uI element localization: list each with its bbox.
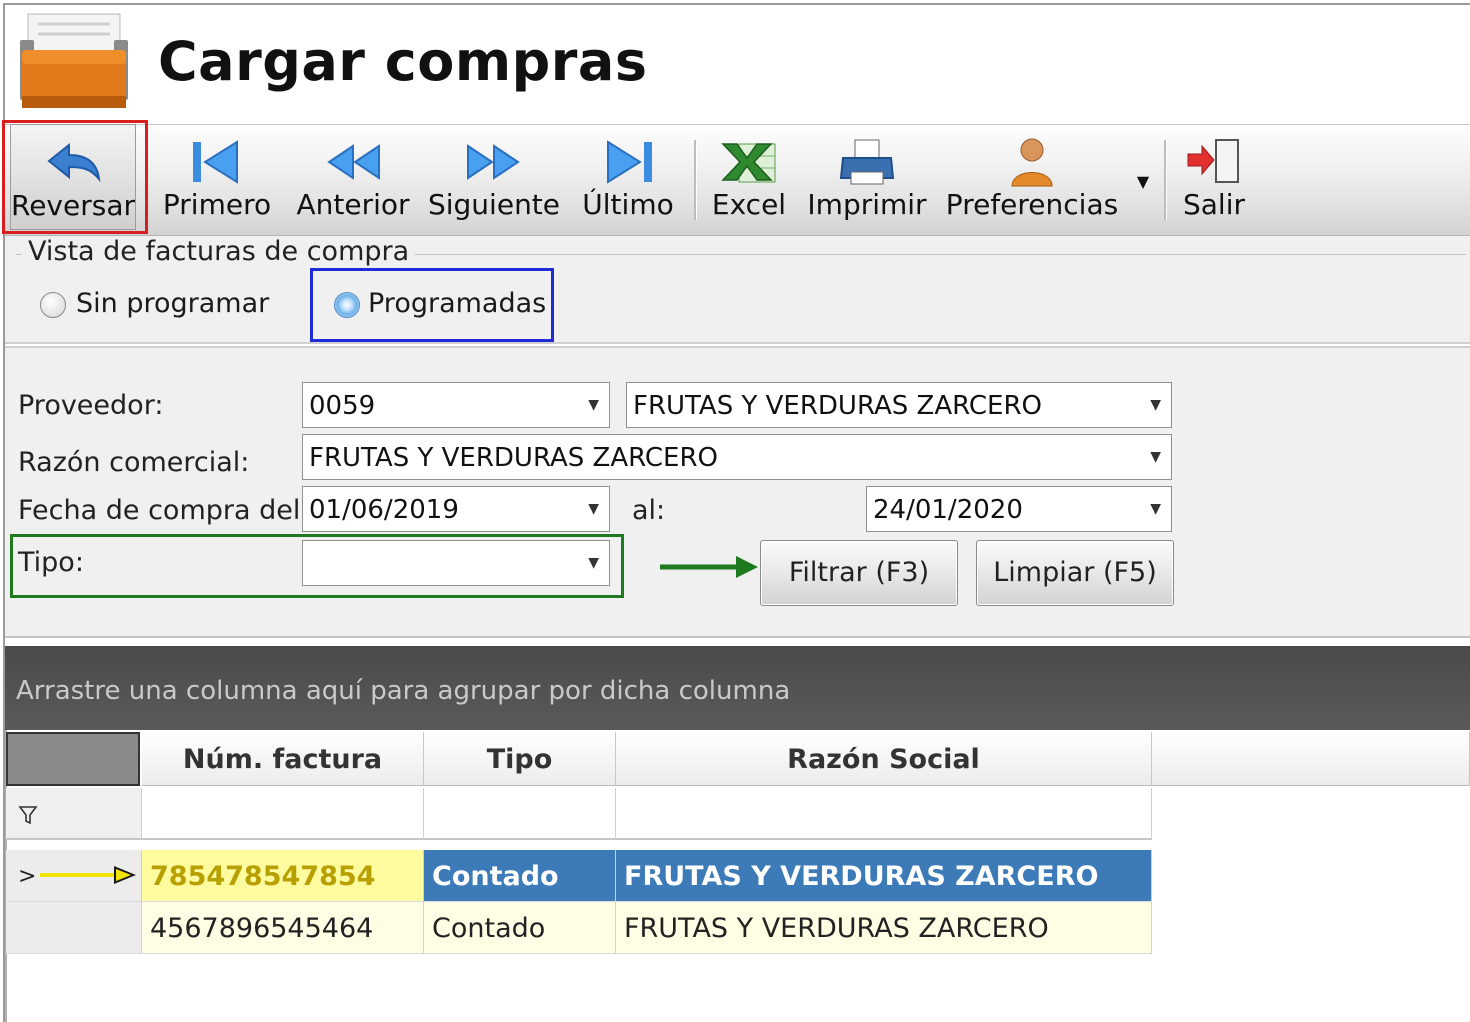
page-title: Cargar compras [158,30,648,93]
ultimo-button[interactable]: Último [576,124,680,230]
excel-label: Excel [711,188,787,221]
chevron-down-icon[interactable]: ▼ [1150,501,1161,517]
filtrar-button[interactable]: Filtrar (F3) [760,540,958,606]
cell-text: FRUTAS Y VERDURAS ZARCERO [624,913,1049,944]
chevron-down-icon[interactable]: ▼ [1132,172,1154,192]
siguiente-button[interactable]: Siguiente [426,124,562,230]
next-icon [467,144,520,180]
group-by-hint: Arrastre una columna aquí para agrupar p… [16,676,791,706]
column-header-label: Núm. factura [182,744,383,775]
salir-label: Salir [1182,188,1245,221]
chevron-down-icon[interactable]: ▼ [588,501,599,517]
imprimir-label: Imprimir [807,188,927,221]
proveedor-code-select[interactable]: 0059 ▼ [302,382,610,428]
folder-icon [20,13,128,108]
fecha-del-picker[interactable]: 01/06/2019 ▼ [302,486,610,532]
exit-door-icon [1187,139,1239,183]
primero-button[interactable]: Primero [158,124,276,230]
razon-comercial-select[interactable]: FRUTAS Y VERDURAS ZARCERO ▼ [302,434,1172,480]
cell-text: FRUTAS Y VERDURAS ZARCERO [624,861,1099,892]
chevron-down-icon[interactable]: ▼ [1150,397,1161,413]
table-cell-num-factura[interactable]: 785478547854 [142,850,424,902]
limpiar-button[interactable]: Limpiar (F5) [976,540,1174,606]
salir-button[interactable]: Salir [1174,124,1254,230]
fecha-compra-label: Fecha de compra del: [18,495,310,526]
chevron-down-icon[interactable]: ▼ [588,397,599,413]
cell-text: Contado [432,861,559,892]
preferencias-button[interactable]: Preferencias [944,124,1120,230]
cell-text: 785478547854 [150,861,376,892]
fecha-del-value: 01/06/2019 [309,495,459,525]
proveedor-name-select[interactable]: FRUTAS Y VERDURAS ZARCERO ▼ [626,382,1172,428]
table-cell-razon-social[interactable]: FRUTAS Y VERDURAS ZARCERO [616,902,1152,954]
cell-text: Contado [432,913,546,944]
table-cell-num-factura[interactable]: 4567896545464 [142,902,424,954]
excel-button[interactable]: Excel [706,124,792,230]
proveedor-name-value: FRUTAS Y VERDURAS ZARCERO [633,391,1042,421]
filter-icon[interactable] [18,804,38,826]
proveedor-code-value: 0059 [309,391,376,421]
toolbar-separator [1164,140,1167,220]
cell-text: 4567896545464 [150,913,374,944]
yellow-annotation-arrow [40,866,136,884]
row-header[interactable] [6,902,142,954]
column-header-razon-social[interactable]: Razón Social [616,732,1152,786]
first-record-icon [193,140,238,184]
limpiar-label: Limpiar (F5) [993,557,1157,588]
column-header-label: Razón Social [787,744,980,775]
programadas-annotation-box [310,268,554,342]
column-header-tipo[interactable]: Tipo [424,732,616,786]
excel-icon [721,143,776,183]
sin-programar-radio[interactable] [40,292,66,318]
anterior-button[interactable]: Anterior [292,124,414,230]
grid-corner-header[interactable] [6,732,140,786]
primero-label: Primero [162,188,272,221]
table-cell-tipo[interactable]: Contado [424,850,616,902]
filtrar-label: Filtrar (F3) [788,557,930,588]
printer-icon [839,139,895,185]
filter-cell-num-factura[interactable] [142,788,424,840]
anterior-label: Anterior [296,188,410,221]
proveedor-label: Proveedor: [18,390,164,421]
razon-comercial-value: FRUTAS Y VERDURAS ZARCERO [309,443,718,473]
previous-icon [327,144,380,180]
reversar-annotation-box [2,120,148,234]
fecha-al-picker[interactable]: 24/01/2020 ▼ [866,486,1172,532]
ultimo-label: Último [582,188,674,221]
table-cell-razon-social[interactable]: FRUTAS Y VERDURAS ZARCERO [616,850,1152,902]
green-annotation-arrow [660,556,758,578]
last-record-icon [607,140,652,184]
table-cell-tipo[interactable]: Contado [424,902,616,954]
imprimir-button[interactable]: Imprimir [804,124,930,230]
column-header-empty [1152,732,1470,786]
razon-comercial-label: Razón comercial: [18,447,250,478]
filter-cell-razon-social[interactable] [616,788,1152,840]
sin-programar-label[interactable]: Sin programar [76,288,269,319]
tipo-annotation-box [10,534,624,598]
filter-cell-tipo[interactable] [424,788,616,840]
preferencias-label: Preferencias [945,188,1119,221]
user-preferences-icon [1011,138,1053,187]
siguiente-label: Siguiente [427,188,561,221]
fecha-al-label: al: [632,495,666,526]
current-row-indicator-icon: > [18,864,37,889]
chevron-down-icon[interactable]: ▼ [1150,449,1161,465]
fecha-al-value: 24/01/2020 [873,495,1023,525]
toolbar-separator [694,140,697,220]
vista-legend: Vista de facturas de compra [22,236,416,267]
column-header-label: Tipo [486,744,553,775]
column-header-num-factura[interactable]: Núm. factura [142,732,424,786]
